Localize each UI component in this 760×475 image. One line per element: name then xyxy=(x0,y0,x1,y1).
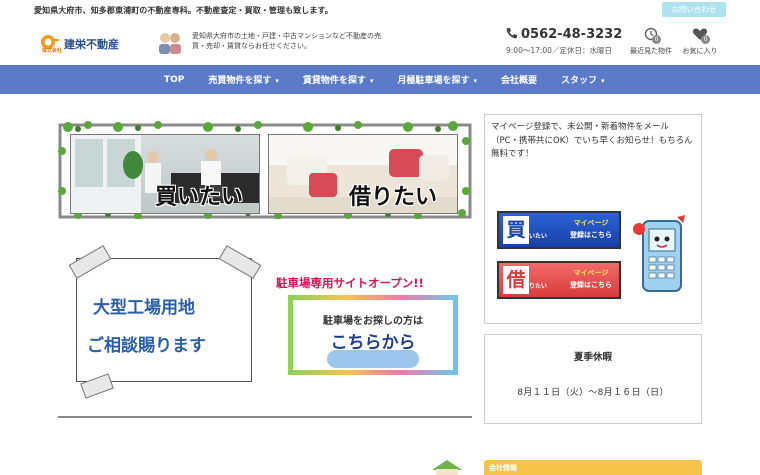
main-nav: TOP 売買物件を探す ▾ 賃貸物件を探す ▾ 月極駐車場を探す ▾ 会社概要 スタッ… xyxy=(0,65,760,94)
factory-line-2: ご相談賜ります xyxy=(87,336,206,356)
mypage-signup-box: マイページ登録で、未公開・新着物件をメール（PC・携帯共にOK）でいち早くお知ら… xyxy=(484,114,702,324)
mypage-buy-big: 買 xyxy=(503,216,529,244)
site-logo[interactable]: 株式会社 建栄不動産 xyxy=(40,30,130,54)
divider xyxy=(58,416,472,418)
mypage-buy-button[interactable]: 買 いたい マイページ 登録はこちら xyxy=(497,211,621,249)
nav-item-parking[interactable]: 月極駐車場を探す ▾ xyxy=(397,73,477,86)
house-icon xyxy=(432,460,462,475)
parking-title: 駐車場専用サイトオープン!! xyxy=(276,276,424,290)
history-label: 最近見た物件 xyxy=(630,47,672,55)
nav-item-rent[interactable]: 賃貸物件を探す ▾ xyxy=(303,73,374,86)
phone-text: 0562-48-3232 xyxy=(521,27,623,42)
nav-item-buy[interactable]: 売買物件を探す ▾ xyxy=(208,73,279,86)
chevron-down-icon: ▾ xyxy=(275,77,279,85)
site-tagline: 愛知県大府市、知多郡東浦町の不動産専科。不動産査定・買取・管理も致します。 xyxy=(34,6,333,15)
factory-land-banner[interactable]: 大型工場用地 ご相談賜ります xyxy=(76,258,252,382)
chevron-down-icon: ▾ xyxy=(601,77,605,85)
chevron-down-icon: ▾ xyxy=(369,77,374,85)
mypage-buy-small: いたい xyxy=(529,233,548,240)
favorites-link[interactable]: 0 お気に入り xyxy=(680,26,720,56)
cloud-decoration xyxy=(327,350,419,368)
history-count-badge: 0 xyxy=(652,35,661,44)
chevron-down-icon: ▾ xyxy=(473,77,477,85)
staff-avatar-icon xyxy=(159,33,181,54)
company-info-heading: 会社情報 xyxy=(484,460,702,475)
mypage-rent-big: 借 xyxy=(503,266,529,294)
history-icon: 0 xyxy=(643,26,661,44)
top-bar: 愛知県大府市、知多郡東浦町の不動産専科。不動産査定・買取・管理も致します。 お問… xyxy=(0,0,760,20)
rent-banner[interactable]: 借りたい xyxy=(268,134,458,214)
mypage-rent-button[interactable]: 借 りたい マイページ 登録はこちら xyxy=(497,261,621,299)
nav-item-company[interactable]: 会社概要 xyxy=(501,73,537,86)
summer-holiday-notice: 夏季休暇 8月１１日（火）～8月１６日（日） xyxy=(484,334,702,424)
mypage-rent-caption: マイページ 登録はこちら xyxy=(570,269,612,289)
site-header: 株式会社 建栄不動産 愛知県大府市の土地・戸建・中古マンションなど不動産の売買・… xyxy=(0,20,760,65)
factory-line-1: 大型工場用地 xyxy=(93,298,195,318)
favorites-label: お気に入り xyxy=(682,47,718,55)
business-hours: 9:00～17:00／定休日：水曜日 xyxy=(506,46,612,55)
favorites-count-badge: 0 xyxy=(701,35,710,44)
nav-item-top[interactable]: TOP xyxy=(164,75,184,85)
phone-icon xyxy=(506,28,517,39)
parking-subtitle: 駐車場をお探しの方は xyxy=(323,316,423,327)
logo-subtext: 株式会社 xyxy=(42,48,63,54)
mypage-rent-small: りたい xyxy=(529,283,548,290)
nav-items: TOP 売買物件を探す ▾ 賃貸物件を探す ▾ 月極駐車場を探す ▾ 会社概要 スタッ… xyxy=(164,65,629,94)
buy-banner[interactable]: 買いたい xyxy=(70,134,260,214)
nav-item-staff[interactable]: スタッフ ▾ xyxy=(561,73,605,86)
phone-mascot-icon xyxy=(633,215,685,292)
buy-label: 買いたい xyxy=(155,185,244,210)
parking-site-banner[interactable]: 駐車場専用サイトオープン!! 駐車場をお探しの方は こちらから xyxy=(276,255,470,381)
contact-button[interactable]: お問い合わせ xyxy=(662,2,726,17)
phone-number[interactable]: 0562-48-3232 xyxy=(506,27,622,42)
mypage-description: マイページ登録で、未公開・新着物件をメール（PC・携帯共にOK）でいち早くお知ら… xyxy=(491,122,693,159)
mypage-buy-caption: マイページ 登録はこちら xyxy=(570,219,612,239)
rent-label: 借りたい xyxy=(349,185,438,210)
heart-icon: 0 xyxy=(692,26,710,44)
logo-name: 建栄不動産 xyxy=(64,38,119,51)
notice-title: 夏季休暇 xyxy=(573,352,612,363)
parking-box: 駐車場をお探しの方は こちらから xyxy=(288,295,458,375)
company-description: 愛知県大府市の土地・戸建・中古マンションなど不動産の売買・売却・賃貸ならお任せく… xyxy=(192,32,381,50)
recent-properties-link[interactable]: 0 最近見た物件 xyxy=(628,26,674,56)
notice-body: 8月１１日（火）～8月１６日（日） xyxy=(517,388,669,398)
